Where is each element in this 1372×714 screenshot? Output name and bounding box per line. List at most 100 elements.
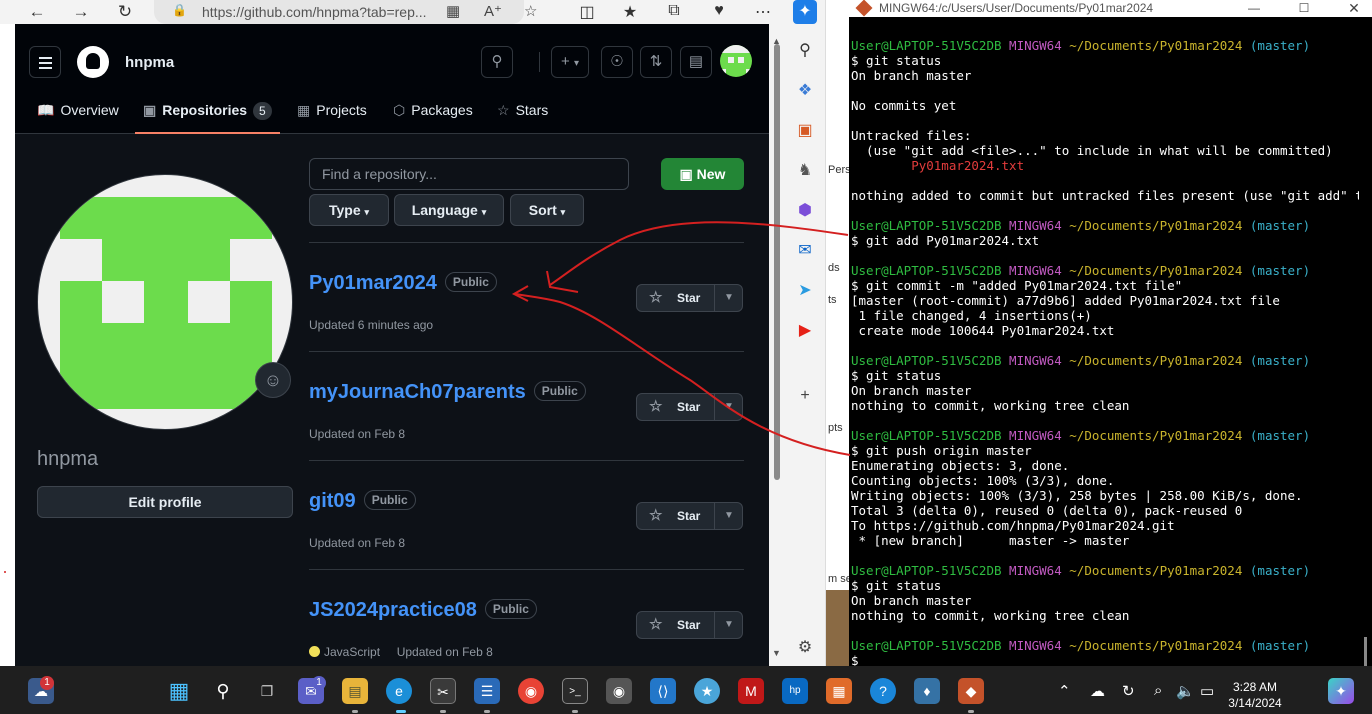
header-username[interactable]: hnpma xyxy=(125,54,174,71)
set-status-button[interactable]: ☺ xyxy=(255,362,291,398)
running-indicator xyxy=(396,710,406,713)
paint-icon[interactable]: ★ xyxy=(694,678,720,704)
copilot-icon[interactable]: ✦ xyxy=(793,0,817,24)
start-windows-icon[interactable]: ▦ xyxy=(166,678,192,704)
maximize-icon[interactable]: ☐ xyxy=(1289,0,1319,17)
snipping-tool-icon[interactable]: ✂ xyxy=(430,678,456,704)
sort-filter-button[interactable]: Sort ▾ xyxy=(510,194,584,226)
star-button[interactable]: ☆ Star ▼ xyxy=(636,284,743,312)
copilot-icon[interactable]: ✦ xyxy=(1328,678,1354,704)
star-button[interactable]: ☆ Star ▼ xyxy=(636,611,743,639)
python-icon[interactable]: ♦ xyxy=(914,678,940,704)
notepad-icon[interactable]: ☰ xyxy=(474,678,500,704)
browser-essentials-icon[interactable]: ♥ xyxy=(709,2,729,20)
games-icon[interactable]: ♞ xyxy=(793,159,817,183)
terminal-command-line: $ git commit -m "added Py01mar2024.txt f… xyxy=(851,278,1183,293)
favorite-star-icon[interactable]: ☆ xyxy=(524,2,537,20)
volume-icon[interactable]: 🔈 xyxy=(1176,682,1195,700)
page-scrollbar[interactable]: ▲ ▼ xyxy=(769,24,785,666)
header-avatar[interactable] xyxy=(720,45,752,77)
terminal-command-line: $ git status xyxy=(851,53,942,68)
issues-button[interactable]: ☉ xyxy=(601,46,633,78)
forward-icon[interactable]: → xyxy=(70,1,92,23)
repo-name-link[interactable]: Py01mar2024 Public xyxy=(309,272,497,295)
tab-repositories[interactable]: ▣ Repositories 5 xyxy=(135,94,280,134)
smiley-icon: ☺ xyxy=(263,370,283,390)
star-lists-dropdown[interactable]: ▼ xyxy=(714,394,743,420)
myhp-icon[interactable]: hp xyxy=(782,678,808,704)
pull-requests-button[interactable]: ⇅ xyxy=(640,46,672,78)
task-view-icon[interactable]: ❐ xyxy=(254,678,280,704)
search-icon[interactable]: ⚲ xyxy=(210,678,236,704)
type-filter-button[interactable]: Type ▾ xyxy=(309,194,389,226)
minimize-icon[interactable]: — xyxy=(1239,0,1269,17)
chrome-icon[interactable]: ◉ xyxy=(518,678,544,704)
get-help-icon[interactable]: ? xyxy=(870,678,896,704)
collections-icon[interactable]: ⧉ xyxy=(664,2,684,20)
star-lists-dropdown[interactable]: ▼ xyxy=(714,285,743,311)
edit-profile-button[interactable]: Edit profile xyxy=(37,486,293,518)
new-repository-button[interactable]: ▣ New xyxy=(661,158,744,190)
vscode-icon[interactable]: ⟨⟩ xyxy=(650,678,676,704)
repo-name-link[interactable]: git09 Public xyxy=(309,490,416,513)
terminal-output[interactable]: User@LAPTOP-51V5C2DB MINGW64 ~/Documents… xyxy=(851,38,1370,666)
drop-send-icon[interactable]: ➤ xyxy=(793,279,817,303)
network-icon[interactable]: ⌕ xyxy=(1154,682,1162,699)
language-filter-button[interactable]: Language ▾ xyxy=(394,194,504,226)
file-explorer-icon[interactable]: ▤ xyxy=(342,678,368,704)
store-icon[interactable]: ▦ xyxy=(826,678,852,704)
tab-overview[interactable]: 📖 Overview xyxy=(37,94,119,134)
find-repository-input[interactable]: Find a repository... xyxy=(309,158,629,190)
favorites-icon[interactable]: ★ xyxy=(620,2,640,22)
url-text[interactable]: https://github.com/hnpma?tab=rep... xyxy=(202,4,427,20)
scrollbar-thumb[interactable] xyxy=(774,44,780,480)
onedrive-cloud-icon[interactable]: ☁ xyxy=(1090,682,1105,700)
create-new-button[interactable]: + ▾ xyxy=(551,46,589,78)
tab-projects[interactable]: ▦ Projects xyxy=(297,94,367,134)
repo-name-link[interactable]: JS2024practice08 Public xyxy=(309,599,537,622)
youtube-icon[interactable]: ▶ xyxy=(793,319,817,343)
tab-packages[interactable]: ⬡ Packages xyxy=(393,94,473,134)
show-hidden-icons-chevron-icon[interactable]: ⌃ xyxy=(1058,682,1071,700)
scroll-down-icon[interactable]: ▼ xyxy=(772,648,781,658)
profile-avatar[interactable] xyxy=(37,174,293,430)
git-bash-icon[interactable]: ◆ xyxy=(958,678,984,704)
repo-name-link[interactable]: myJournaCh07parents Public xyxy=(309,381,586,404)
app-available-icon[interactable]: ▦ xyxy=(446,2,460,20)
terminal-output-line: nothing to commit, working tree clean xyxy=(851,608,1130,623)
close-icon[interactable]: ✕ xyxy=(1339,0,1369,17)
hamburger-menu-button[interactable] xyxy=(29,46,61,78)
microsoft-365-icon[interactable]: ⬢ xyxy=(793,199,817,223)
more-menu-icon[interactable]: ⋯ xyxy=(753,2,773,22)
back-icon[interactable]: ← xyxy=(26,1,48,23)
search-button[interactable]: ⚲ xyxy=(481,46,513,78)
terminal-scrollbar[interactable] xyxy=(1359,17,1372,666)
tab-stars[interactable]: ☆ Stars xyxy=(497,94,548,134)
star-lists-dropdown[interactable]: ▼ xyxy=(714,503,743,529)
terminal-window[interactable]: MINGW64:/c/Users/User/Documents/Py01mar2… xyxy=(849,0,1372,666)
camera-icon[interactable]: ◉ xyxy=(606,678,632,704)
star-button[interactable]: ☆ Star ▼ xyxy=(636,502,743,530)
split-screen-icon[interactable]: ◫ xyxy=(577,2,597,22)
sync-icon[interactable]: ↻ xyxy=(1122,682,1135,700)
star-lists-dropdown[interactable]: ▼ xyxy=(714,612,743,638)
outlook-icon[interactable]: ✉ xyxy=(793,239,817,263)
system-clock[interactable]: 3:28 AM 3/14/2024 xyxy=(1224,679,1286,711)
tools-briefcase-icon[interactable]: ▣ xyxy=(793,119,817,143)
github-logo-icon[interactable] xyxy=(77,46,109,78)
add-sidebar-app-icon[interactable]: + xyxy=(793,384,817,408)
inbox-button[interactable]: ▤ xyxy=(680,46,712,78)
address-bar[interactable]: 🔒 https://github.com/hnpma?tab=rep... ▦ … xyxy=(154,0,537,24)
battery-icon[interactable]: ▭ xyxy=(1200,682,1214,700)
edge-browser-icon[interactable]: e xyxy=(386,678,412,704)
read-aloud-icon[interactable]: A⁺ xyxy=(484,2,502,20)
shopping-tag-icon[interactable]: ❖ xyxy=(793,79,817,103)
running-indicator xyxy=(484,710,490,713)
refresh-icon[interactable]: ↻ xyxy=(114,1,136,23)
terminal-icon[interactable]: >_ xyxy=(562,678,588,704)
sidebar-settings-icon[interactable]: ⚙ xyxy=(793,636,817,660)
mcafee-icon[interactable]: M xyxy=(738,678,764,704)
star-button[interactable]: ☆ Star ▼ xyxy=(636,393,743,421)
search-icon[interactable]: ⚲ xyxy=(793,39,817,63)
